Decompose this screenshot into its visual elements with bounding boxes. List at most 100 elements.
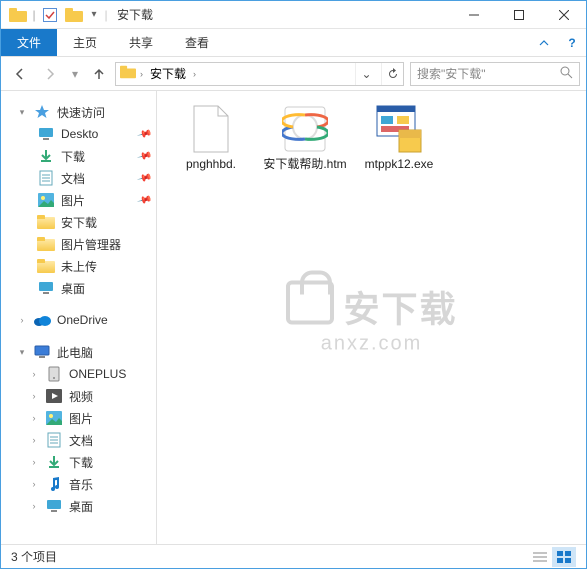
file-icon [373,103,425,155]
item-label: 安下载 [61,214,97,231]
sidebar-item[interactable]: 安下载 [1,211,156,233]
item-label: 未上传 [61,258,97,275]
back-button[interactable] [7,61,33,87]
item-icon [37,213,55,231]
address-bar[interactable]: › 安下载 › ⌄ [115,62,404,86]
icons-view-button[interactable] [552,547,576,567]
sidebar-onedrive[interactable]: › OneDrive [1,309,156,331]
tab-file[interactable]: 文件 [1,29,57,56]
item-icon [37,169,55,187]
item-label: 图片 [69,410,93,427]
breadcrumb-sep[interactable]: › [140,69,143,79]
file-list[interactable]: pnghhbd. 安下载帮助.htm mtppk12.exe 安下载 anxz.co… [157,91,586,544]
item-label: 音乐 [69,476,93,493]
address-dropdown[interactable]: ⌄ [355,63,377,85]
quick-access-label: 快速访问 [57,104,105,121]
sidebar-item[interactable]: 桌面 [1,277,156,299]
qat-separator2: | [103,4,109,26]
file-icon [185,103,237,155]
details-view-button[interactable] [528,547,552,567]
sidebar-item[interactable]: › 桌面 [1,495,156,517]
file-item[interactable]: 安下载帮助.htm [261,103,349,173]
item-label: 下载 [61,148,85,165]
breadcrumb-sep2[interactable]: › [193,69,196,79]
item-label: 下载 [69,454,93,471]
chevron-down-icon[interactable]: ▾ [17,347,27,358]
item-icon [37,191,55,209]
tab-share[interactable]: 共享 [113,29,169,56]
sidebar-item[interactable]: Deskto📌 [1,123,156,145]
pin-icon: 📌 [136,126,152,142]
qat-folder-icon [7,4,29,26]
history-dropdown[interactable]: ▾ [67,61,83,87]
item-icon [45,497,63,515]
qat-folder2-icon[interactable] [63,4,85,26]
sidebar-item[interactable]: ›文档 [1,429,156,451]
sidebar-item[interactable]: › ONEPLUS [1,363,156,385]
breadcrumb-item[interactable]: 安下载 [147,65,189,82]
navigation-pane[interactable]: ▾ 快速访问 Deskto📌下载📌文档📌图片📌安下载图片管理器未上传桌面 › O… [1,91,157,544]
item-label: 视频 [69,388,93,405]
item-icon [45,387,63,405]
file-name: 安下载帮助.htm [263,157,346,173]
chevron-right-icon[interactable]: › [29,369,39,379]
sidebar-item[interactable]: 图片管理器 [1,233,156,255]
breadcrumb-root-icon[interactable] [120,65,136,82]
chevron-right-icon[interactable]: › [29,391,39,401]
chevron-right-icon[interactable]: › [29,479,39,489]
ribbon-expand-button[interactable] [530,29,558,56]
sidebar-item[interactable]: › 下载 [1,451,156,473]
up-button[interactable] [87,61,111,87]
sidebar-item[interactable]: › 图片 [1,407,156,429]
onedrive-icon [33,311,51,329]
status-text: 3 个项目 [11,548,57,565]
item-icon [45,409,63,427]
pc-icon [33,343,51,361]
minimize-button[interactable] [451,1,496,29]
chevron-down-icon[interactable]: ▾ [17,107,27,118]
maximize-button[interactable] [496,1,541,29]
chevron-right-icon[interactable]: › [29,457,39,467]
sidebar-item[interactable]: 下载 📌 [1,145,156,167]
sidebar-this-pc[interactable]: ▾ 此电脑 [1,341,156,363]
chevron-right-icon[interactable]: › [29,413,39,423]
sidebar-item[interactable]: › 视频 [1,385,156,407]
pin-icon: 📌 [136,148,152,164]
refresh-button[interactable] [381,63,403,85]
tab-view[interactable]: 查看 [169,29,225,56]
chevron-right-icon[interactable]: › [17,315,27,325]
pin-icon: 📌 [136,170,152,186]
sidebar-quick-access[interactable]: ▾ 快速访问 [1,101,156,123]
item-icon [37,147,55,165]
item-icon [45,453,63,471]
close-button[interactable] [541,1,586,29]
search-box[interactable]: 搜索"安下载" [410,62,580,86]
item-label: 图片管理器 [61,236,121,253]
item-icon [45,431,63,449]
tab-home[interactable]: 主页 [57,29,113,56]
sidebar-item[interactable]: › 音乐 [1,473,156,495]
item-label: ONEPLUS [69,367,126,381]
file-item[interactable]: pnghhbd. [167,103,255,173]
pin-icon: 📌 [136,192,152,208]
sidebar-item[interactable]: 未上传 [1,255,156,277]
help-button[interactable]: ? [558,29,586,56]
item-icon [37,279,55,297]
watermark: 安下载 anxz.com [285,280,457,355]
sidebar-item[interactable]: 图片📌 [1,189,156,211]
item-icon [37,257,55,275]
window-title: 安下载 [117,6,153,23]
chevron-right-icon[interactable]: › [29,501,39,511]
search-icon [560,66,573,82]
qat-checkbox[interactable] [39,4,61,26]
item-icon [45,475,63,493]
item-label: 桌面 [69,498,93,515]
forward-button[interactable] [37,61,63,87]
file-item[interactable]: mtppk12.exe [355,103,443,173]
chevron-right-icon[interactable]: › [29,435,39,445]
qat-dropdown[interactable]: ▾ [87,4,101,26]
item-icon [37,125,55,143]
sidebar-item[interactable]: 文档📌 [1,167,156,189]
item-icon [37,235,55,253]
this-pc-label: 此电脑 [57,344,93,361]
